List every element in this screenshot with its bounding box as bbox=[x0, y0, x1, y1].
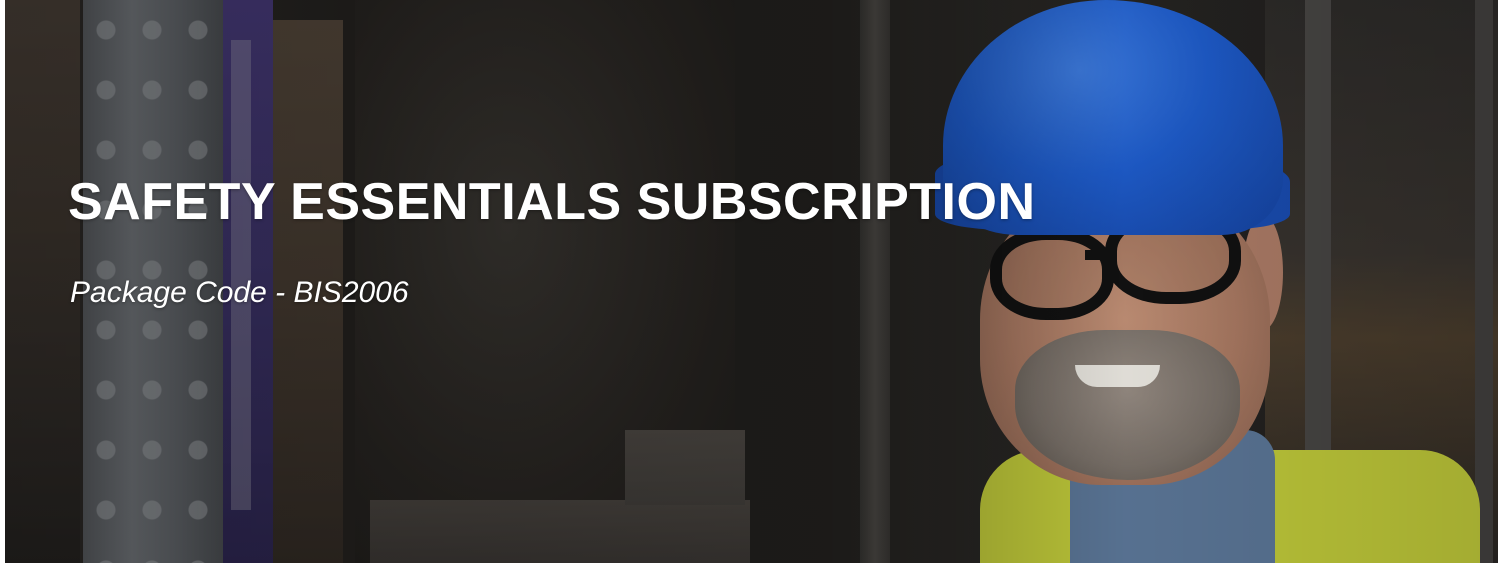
hero-banner: SAFETY ESSENTIALS SUBSCRIPTION Package C… bbox=[5, 0, 1498, 563]
page-title: SAFETY ESSENTIALS SUBSCRIPTION bbox=[68, 173, 1036, 231]
package-code: Package Code - BIS2006 bbox=[70, 276, 409, 309]
